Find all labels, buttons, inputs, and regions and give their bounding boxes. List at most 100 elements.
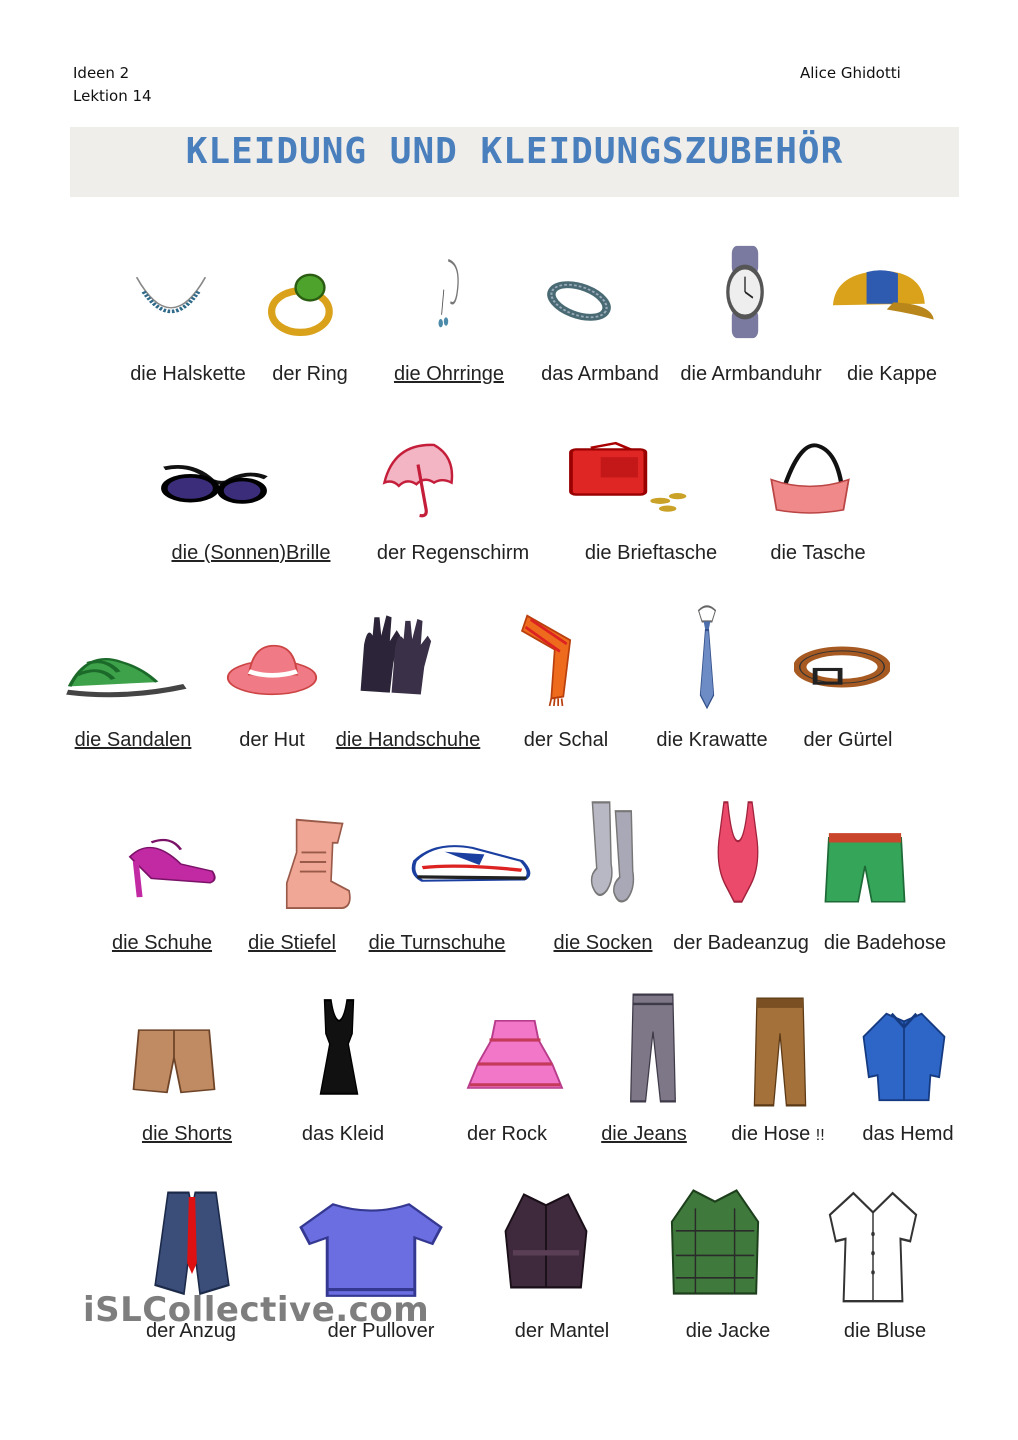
skirt-icon	[466, 1016, 564, 1096]
vocab-label-text: die Krawatte	[656, 729, 768, 751]
vocab-label: die Halskette	[130, 363, 246, 385]
vocab-label: die Ohrringe	[394, 363, 504, 385]
vocab-label-text: die Jacke	[685, 1320, 771, 1342]
jacket-icon	[666, 1186, 764, 1298]
ring-icon	[262, 262, 342, 342]
vocab-label-text: die Armbanduhr	[680, 363, 822, 385]
trousers-icon	[748, 994, 812, 1110]
vocab-label-text: der Rock	[466, 1123, 548, 1145]
lesson-number: Lektion 14	[73, 87, 152, 105]
vocab-label-text: das Kleid	[301, 1123, 385, 1145]
vocab-label: das Hemd	[862, 1123, 953, 1145]
vocab-label-text: die Halskette	[130, 363, 246, 385]
swimsuit-icon	[706, 798, 770, 906]
page-title: KLEIDUNG UND KLEIDUNGSZUBEHÖR	[185, 131, 844, 172]
vocab-label-text: das Armband	[541, 363, 659, 385]
vocab-label: die Badehose	[824, 932, 946, 954]
vocab-label: die (Sonnen)Brille	[172, 542, 331, 564]
earrings-icon	[424, 256, 468, 340]
vocab-label-text: die Tasche	[770, 542, 866, 564]
vocab-label-text: der Ring	[272, 363, 348, 385]
vocab-label: der Badeanzug	[673, 932, 809, 954]
vocab-label: der Mantel	[515, 1320, 610, 1342]
bracelet-icon	[544, 272, 614, 330]
jeans-icon	[622, 990, 684, 1106]
vocab-label: die Sandalen	[75, 729, 192, 751]
vocab-label: die Jacke	[686, 1320, 771, 1342]
vocab-label-text: der Mantel	[514, 1320, 610, 1342]
vocab-label: die Kappe	[847, 363, 937, 385]
dress-icon	[306, 996, 372, 1100]
vocab-label: die Krawatte	[656, 729, 767, 751]
vocab-label: das Armband	[541, 363, 659, 385]
vocab-label-text: der Schal	[523, 729, 609, 751]
vocab-label: der Hut	[239, 729, 305, 751]
suit-icon	[152, 1186, 232, 1296]
vocab-label-text: die Hose	[731, 1123, 811, 1145]
vocab-label-text: die Sandalen	[74, 729, 192, 751]
vocab-label-text: das Hemd	[862, 1123, 954, 1145]
handbag-icon	[766, 440, 854, 516]
title-band: KLEIDUNG UND KLEIDUNGSZUBEHÖR	[70, 127, 959, 197]
hat-icon	[224, 632, 320, 708]
vocab-label: die Socken	[554, 932, 653, 954]
vocab-label: die Shorts	[142, 1123, 232, 1145]
vocab-label: die Stiefel	[248, 932, 336, 954]
vocab-label-text: die Badehose	[823, 932, 947, 954]
vocab-label-text: die Schuhe	[111, 932, 213, 954]
vocab-label-text: die Bluse	[843, 1320, 927, 1342]
wallet-icon	[566, 440, 690, 518]
vocab-label: der Schal	[524, 729, 609, 751]
vocab-label-text: die Ohrringe	[393, 363, 505, 385]
vocab-label-text: die Handschuhe	[335, 729, 481, 751]
vocab-label-text: die Kappe	[846, 363, 938, 385]
wristwatch-icon	[712, 244, 778, 340]
tie-icon	[686, 602, 728, 710]
vocab-label: die Tasche	[770, 542, 865, 564]
vocab-label-text: die Brieftasche	[584, 542, 718, 564]
vocab-label-text: die Jeans	[601, 1123, 687, 1145]
vocab-label: die Bluse	[844, 1320, 926, 1342]
watermark: iSLCollective.com	[83, 1290, 430, 1330]
gloves-icon	[352, 608, 438, 700]
vocab-label: die Turnschuhe	[369, 932, 506, 954]
vocab-label-text: der Hut	[239, 729, 305, 751]
vocab-label: die Handschuhe	[336, 729, 481, 751]
scarf-icon	[510, 612, 596, 707]
vocab-label: die Schuhe	[112, 932, 212, 954]
header-left: Ideen 2 Lektion 14	[73, 62, 152, 108]
vocab-label: der Gürtel	[804, 729, 893, 751]
vocab-label: das Kleid	[302, 1123, 384, 1145]
vocab-label-text: die Socken	[553, 932, 653, 954]
shorts-icon	[130, 1024, 218, 1100]
socks-icon	[578, 798, 650, 908]
vocab-label-text: die (Sonnen)Brille	[171, 542, 331, 564]
sandal-icon	[62, 636, 190, 708]
vocab-label: die Armbanduhr	[680, 363, 821, 385]
high-heel-shoe-icon	[122, 828, 220, 900]
coat-icon	[500, 1188, 592, 1296]
attention-mark: !!	[815, 1127, 825, 1144]
umbrella-icon	[378, 440, 458, 522]
sneaker-icon	[410, 828, 534, 894]
vocab-label: die Hose !!	[731, 1123, 824, 1147]
book-title: Ideen 2	[73, 64, 130, 82]
cap-icon	[824, 262, 936, 334]
vocab-label: der Regenschirm	[377, 542, 529, 564]
vocab-label-text: der Regenschirm	[376, 542, 530, 564]
vocab-label: der Ring	[272, 363, 348, 385]
shirt-icon	[860, 1008, 948, 1104]
swim-trunks-icon	[822, 830, 908, 908]
pullover-icon	[298, 1196, 444, 1300]
vocab-label-text: der Badeanzug	[673, 932, 809, 954]
vocab-label: die Jeans	[601, 1123, 687, 1145]
boot-icon	[272, 814, 354, 910]
author-name: Alice Ghidotti	[800, 64, 901, 82]
belt-icon	[793, 636, 891, 698]
vocab-label-text: die Turnschuhe	[368, 932, 506, 954]
vocab-label-text: der Gürtel	[803, 729, 893, 751]
sunglasses-icon	[160, 456, 268, 518]
vocab-label-text: die Shorts	[141, 1123, 233, 1145]
blouse-icon	[824, 1186, 922, 1306]
vocab-label: der Rock	[467, 1123, 547, 1145]
